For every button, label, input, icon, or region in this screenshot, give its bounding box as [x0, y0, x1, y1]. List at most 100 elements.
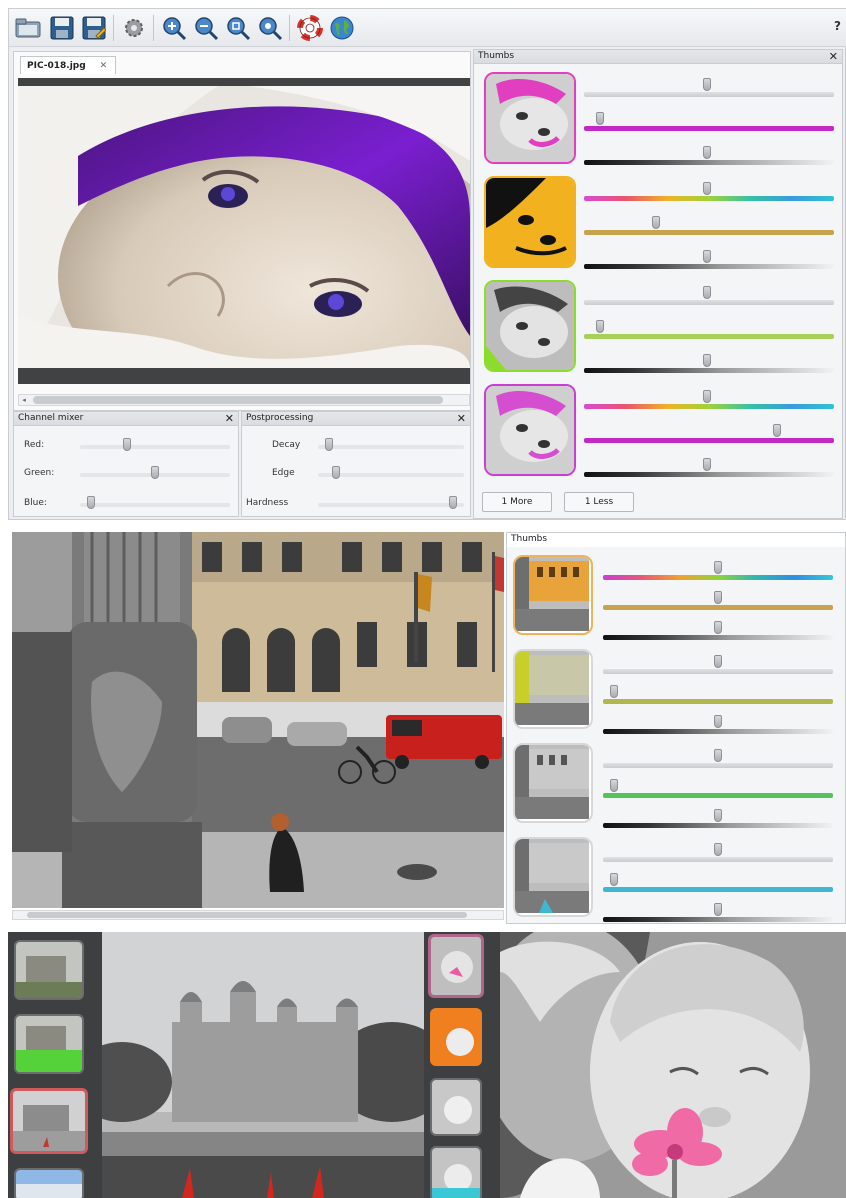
filmstrip-thumb[interactable]	[430, 1078, 482, 1136]
horizontal-scrollbar[interactable]: ◂	[18, 394, 470, 406]
photo-mother-and-baby[interactable]	[500, 932, 846, 1198]
close-tab-icon[interactable]: ✕	[100, 61, 108, 71]
close-panel-icon[interactable]: ✕	[225, 412, 234, 425]
thumb-preview[interactable]	[484, 280, 576, 372]
thumb-slider-thumb[interactable]	[609, 779, 618, 792]
thumb-slider-track[interactable]	[603, 793, 833, 798]
thumb-slider-thumb[interactable]	[714, 621, 722, 634]
thumb-slider-thumb[interactable]	[702, 458, 711, 471]
image-canvas[interactable]	[18, 78, 470, 384]
thumb-slider-thumb[interactable]	[714, 903, 722, 916]
thumb-slider-track[interactable]	[603, 605, 833, 610]
thumb-slider-track[interactable]	[603, 635, 833, 640]
thumb-slider-thumb[interactable]	[651, 216, 660, 229]
thumb-slider-track[interactable]	[584, 196, 834, 201]
close-panel-icon[interactable]: ✕	[829, 50, 838, 63]
thumb-slider-thumb[interactable]	[714, 843, 722, 856]
thumb-slider-thumb[interactable]	[702, 146, 711, 159]
thumb-preview[interactable]	[513, 649, 593, 729]
thumb-preview[interactable]	[513, 555, 593, 635]
thumb-slider-thumb[interactable]	[772, 424, 781, 437]
thumb-preview[interactable]	[513, 837, 593, 917]
photo-tower-of-london[interactable]	[102, 932, 424, 1198]
thumb-slider-track[interactable]	[584, 472, 834, 477]
slider-track[interactable]	[80, 445, 230, 449]
zoom-fit-icon[interactable]	[223, 13, 253, 43]
thumb-slider-track[interactable]	[584, 92, 834, 97]
scrollbar-thumb[interactable]	[27, 912, 467, 918]
thumb-slider-track[interactable]	[584, 126, 834, 131]
thumb-preview[interactable]	[484, 176, 576, 268]
slider-track[interactable]	[318, 473, 464, 477]
slider-thumb[interactable]	[331, 466, 340, 479]
thumb-slider-track[interactable]	[584, 404, 834, 409]
thumb-slider-track[interactable]	[584, 368, 834, 373]
thumb-slider-thumb[interactable]	[702, 250, 711, 263]
thumb-slider-thumb[interactable]	[609, 685, 618, 698]
thumb-slider-track[interactable]	[603, 823, 833, 828]
thumb-preview[interactable]	[484, 384, 576, 476]
thumb-slider-track[interactable]	[603, 857, 833, 862]
thumb-slider-track[interactable]	[603, 699, 833, 704]
thumb-slider-thumb[interactable]	[702, 390, 711, 403]
thumb-slider-thumb[interactable]	[714, 749, 722, 762]
one-less-button[interactable]: 1 Less	[564, 492, 634, 512]
thumb-slider-thumb[interactable]	[596, 320, 605, 333]
filmstrip-thumb[interactable]	[14, 1014, 84, 1074]
filmstrip-thumb-selected[interactable]	[10, 1088, 88, 1154]
filmstrip-thumb[interactable]	[14, 1168, 84, 1198]
thumb-slider-track[interactable]	[603, 917, 833, 922]
thumb-slider-thumb[interactable]	[714, 715, 722, 728]
thumb-slider-track[interactable]	[603, 763, 833, 768]
filmstrip-thumb[interactable]	[14, 940, 84, 1000]
document-tab[interactable]: PIC-018.jpg ✕	[20, 56, 116, 74]
zoom-out-icon[interactable]	[191, 13, 221, 43]
thumb-slider-track[interactable]	[603, 887, 833, 892]
web-globe-icon[interactable]	[327, 13, 357, 43]
photo-street-scene[interactable]	[12, 532, 504, 908]
zoom-in-icon[interactable]	[159, 13, 189, 43]
slider-track[interactable]	[80, 503, 230, 507]
thumb-slider-track[interactable]	[584, 160, 834, 165]
thumb-slider-thumb[interactable]	[702, 182, 711, 195]
thumb-slider-track[interactable]	[584, 300, 834, 305]
help-lifebuoy-icon[interactable]	[295, 13, 325, 43]
horizontal-scrollbar[interactable]	[12, 910, 504, 920]
slider-thumb[interactable]	[449, 496, 458, 509]
close-panel-icon[interactable]: ✕	[457, 412, 466, 425]
scroll-left-arrow-icon[interactable]: ◂	[19, 395, 29, 405]
thumb-slider-thumb[interactable]	[596, 112, 605, 125]
thumb-slider-track[interactable]	[584, 438, 834, 443]
thumb-slider-thumb[interactable]	[609, 873, 618, 886]
filmstrip-thumb-selected[interactable]	[428, 934, 484, 998]
thumb-slider-track[interactable]	[603, 575, 833, 580]
thumb-slider-thumb[interactable]	[714, 591, 722, 604]
slider-track[interactable]	[318, 445, 464, 449]
open-folder-icon[interactable]	[13, 13, 43, 43]
thumb-slider-thumb[interactable]	[714, 655, 722, 668]
slider-track[interactable]	[318, 503, 464, 507]
thumb-slider-track[interactable]	[603, 669, 833, 674]
save-icon[interactable]	[47, 13, 77, 43]
thumb-slider-thumb[interactable]	[714, 561, 722, 574]
thumb-slider-thumb[interactable]	[714, 809, 722, 822]
slider-thumb[interactable]	[87, 496, 96, 509]
scrollbar-thumb[interactable]	[33, 396, 443, 404]
filmstrip-thumb[interactable]	[430, 1008, 482, 1066]
thumb-slider-track[interactable]	[584, 230, 834, 235]
thumb-slider-track[interactable]	[584, 264, 834, 269]
one-more-button[interactable]: 1 More	[482, 492, 552, 512]
settings-gear-icon[interactable]	[119, 13, 149, 43]
slider-thumb[interactable]	[151, 466, 159, 479]
thumb-slider-thumb[interactable]	[702, 286, 711, 299]
slider-thumb[interactable]	[324, 438, 333, 451]
filmstrip-thumb[interactable]	[430, 1146, 482, 1198]
thumb-preview[interactable]	[513, 743, 593, 823]
thumb-preview[interactable]	[484, 72, 576, 164]
thumb-slider-track[interactable]	[584, 334, 834, 339]
help-button[interactable]: ?	[834, 19, 841, 33]
thumb-slider-thumb[interactable]	[702, 78, 711, 91]
thumb-slider-track[interactable]	[603, 729, 833, 734]
slider-thumb[interactable]	[122, 438, 131, 451]
zoom-actual-icon[interactable]	[255, 13, 285, 43]
